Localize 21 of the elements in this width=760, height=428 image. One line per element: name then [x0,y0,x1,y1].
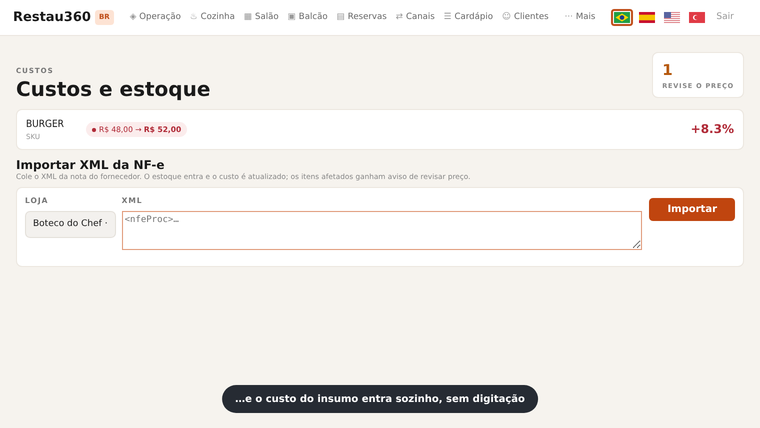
logout-link[interactable]: Sair [716,10,734,24]
section-title: Importar XML da NF-e [16,158,166,172]
more-menu[interactable]: ··· Mais [564,11,596,24]
nav-link[interactable]: ♨ Cozinha [190,11,235,24]
nav-link[interactable]: ▣ Balcão [288,11,328,24]
nav-link[interactable]: ▦ Salão [244,11,279,24]
item-name: BURGER [26,118,65,132]
percent-change: +8.3% [690,121,734,138]
xml-field[interactable]: <nfeProc>… [122,210,642,250]
nav-link[interactable]: ◈ Operação [130,11,181,24]
page-title: Custos e estoque [16,76,210,100]
language-flag-button[interactable] [611,9,634,26]
import-button[interactable]: Importar [649,198,735,222]
nav-link[interactable]: ⇄ Canais [396,11,435,24]
toast-message: …e o custo do insumo entra sozinho, sem digitação [222,385,538,413]
stat-value: 1 [662,60,674,81]
nav-link[interactable]: ▤ Reservas [336,11,387,24]
brand-name[interactable]: Restau360 [13,8,91,28]
nav-link[interactable]: ☺ Clientes [502,11,549,24]
store-select[interactable]: Boteco do Chef · [25,210,116,238]
nav-link[interactable]: ☰ Cardápio [444,11,493,24]
